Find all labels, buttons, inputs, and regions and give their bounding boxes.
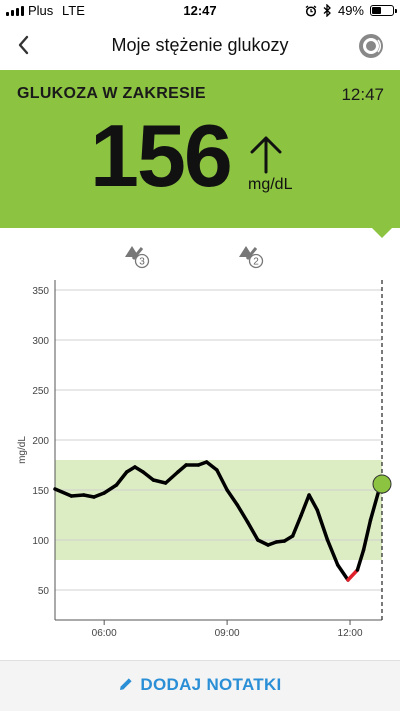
y-tick-label: 100	[32, 536, 49, 547]
page-title: Moje stężenie glukozy	[111, 35, 289, 55]
navigation-bar: Moje stężenie glukozy	[0, 22, 400, 68]
arrow-up-icon	[250, 136, 282, 174]
y-tick-label: 150	[32, 486, 49, 497]
add-note-label: DODAJ NOTATKI	[140, 675, 282, 694]
battery-percentage: 49%	[337, 3, 364, 18]
current-reading-pointer	[372, 228, 392, 238]
x-tick-label: 12:00	[338, 628, 363, 639]
battery-icon	[370, 5, 397, 16]
food-insulin-event-icon[interactable]: 2	[236, 243, 266, 269]
glucose-unit: mg/dL	[248, 176, 293, 193]
y-tick-label: 350	[32, 286, 49, 297]
reading-time: 12:47	[341, 85, 384, 104]
glucose-line-segment	[335, 563, 350, 582]
y-axis-label: mg/dL	[17, 436, 28, 464]
alarm-icon	[305, 4, 317, 17]
food-insulin-event-icon[interactable]: 3	[122, 243, 152, 269]
glucose-line-segment	[346, 568, 360, 582]
current-reading-marker[interactable]	[372, 474, 392, 494]
glucose-reading-panel: GLUKOZA W ZAKRESIE 12:47 156 mg/dL	[0, 70, 400, 228]
sensor-icon[interactable]	[358, 33, 384, 59]
pencil-icon	[120, 678, 133, 690]
y-tick-label: 50	[38, 586, 50, 597]
bottom-action-bar: DODAJ NOTATKI	[0, 660, 400, 711]
status-bar: Plus LTE 12:47 49%	[0, 0, 400, 22]
glucose-value: 156	[90, 106, 233, 205]
event-count: 2	[253, 257, 259, 268]
y-tick-label: 300	[32, 336, 49, 347]
x-tick-label: 09:00	[215, 628, 240, 639]
add-note-button[interactable]: DODAJ NOTATKI	[0, 675, 400, 695]
bluetooth-icon	[323, 4, 331, 17]
y-tick-label: 200	[32, 436, 49, 447]
glucose-line-segment	[69, 493, 86, 498]
glucose-status-label: GLUKOZA W ZAKRESIE	[17, 85, 206, 102]
x-tick-label: 06:00	[92, 628, 117, 639]
y-tick-label: 250	[32, 386, 49, 397]
event-count: 3	[139, 257, 145, 268]
glucose-chart[interactable]: 50 100 150 200 250 300 350 mg/dL 06:00 09:00 12:00	[0, 270, 400, 658]
